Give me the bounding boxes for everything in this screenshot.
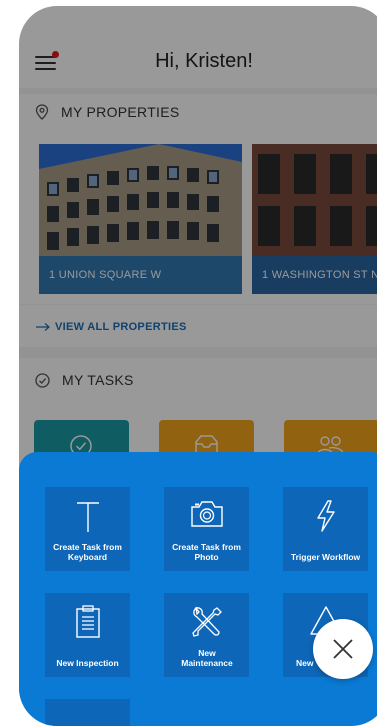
text-cursor-icon [76,502,99,532]
trigger-workflow-button[interactable]: Trigger Workflow [283,487,368,571]
phone-frame: Hi, Kristen! MY PROPERTIES 1 UNION SQUAR… [19,6,377,726]
new-inspection-button[interactable]: New Inspection [45,593,130,677]
close-icon [333,639,353,659]
clipboard-icon [75,605,100,638]
tools-icon [191,606,222,637]
action-label: Trigger Workflow [290,552,361,562]
lightning-icon [316,500,335,532]
action-label: Create Task from Keyboard [53,542,122,562]
action-label: New Inspection [56,658,119,668]
action-label: Create Task from Photo [172,542,241,562]
create-task-photo-button[interactable]: Create Task from Photo [164,487,249,571]
camera-icon [190,501,223,527]
quick-actions-sheet: Create Task from Keyboard Create Task fr… [19,452,377,726]
more-action-button[interactable] [45,699,130,726]
create-task-keyboard-button[interactable]: Create Task from Keyboard [45,487,130,571]
close-button[interactable] [313,619,373,679]
action-label: New Maintenance [181,648,233,668]
new-maintenance-button[interactable]: New Maintenance [164,593,249,677]
